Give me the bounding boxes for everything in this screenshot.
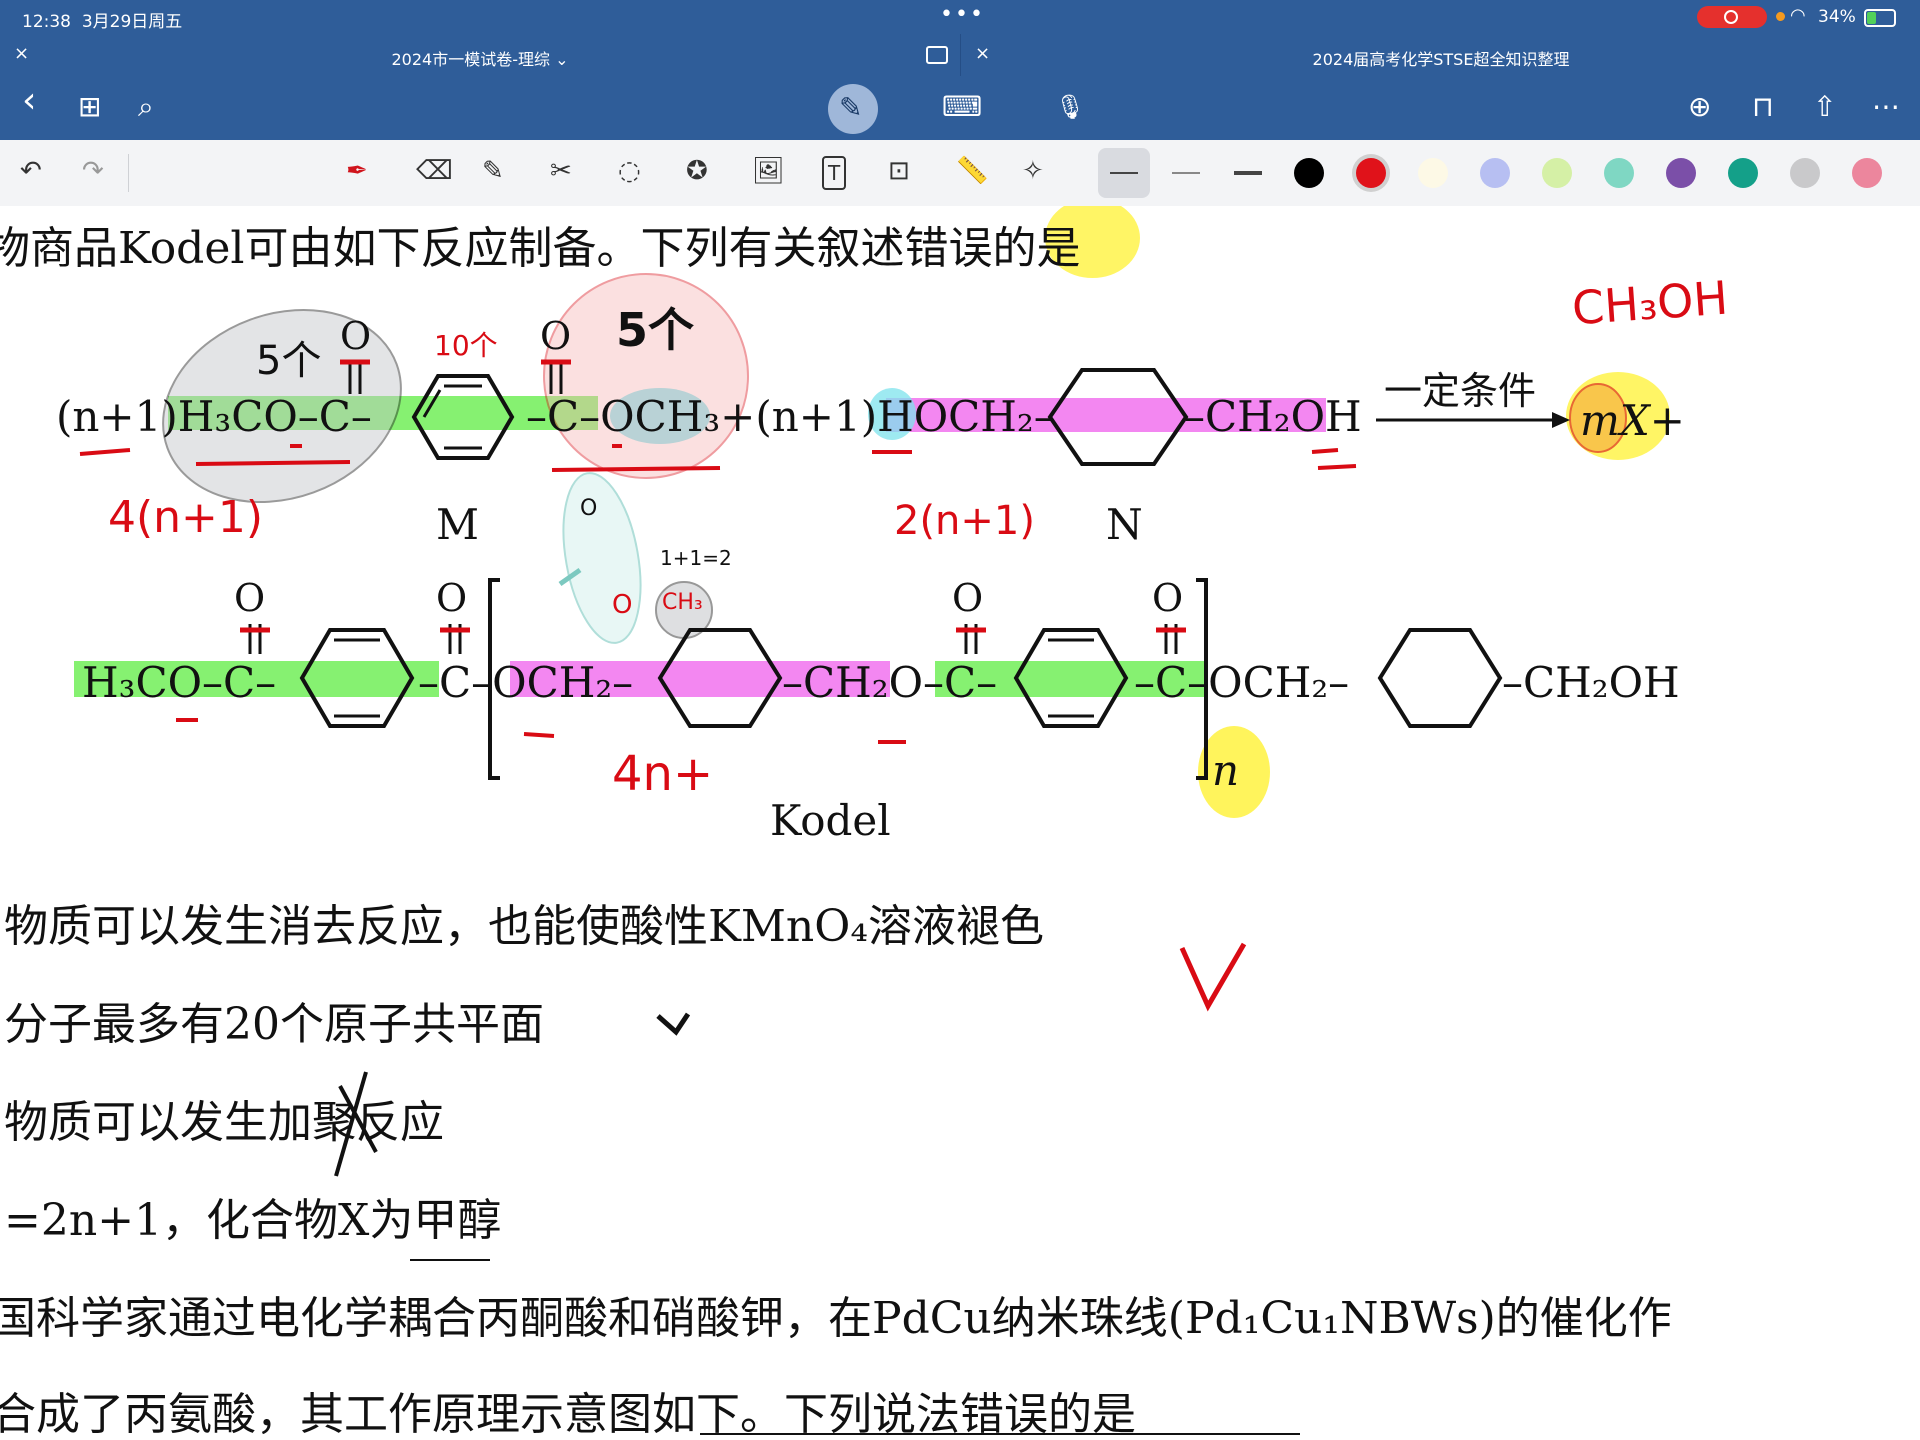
label-n: N — [1106, 500, 1143, 549]
wifi-icon: ◠ — [1790, 5, 1806, 26]
oxygen-label: O — [540, 314, 572, 358]
lasso-icon[interactable]: ◌ — [618, 156, 641, 186]
split-view-icon[interactable] — [926, 46, 948, 64]
shape-tool-icon[interactable]: ✂ — [550, 156, 572, 186]
tab-title[interactable]: 2024届高考化学STSE超全知识整理 — [961, 46, 1920, 70]
polymer-end-left: H₃CO–C– — [82, 658, 277, 707]
stroke-thin-icon — [1110, 172, 1138, 174]
document-page[interactable]: 物商品Kodel可由如下反应制备。下列有关叙述错误的是 (n+1)H₃CO–C–… — [0, 206, 1920, 1440]
share-icon[interactable]: ⇧ — [1813, 90, 1836, 124]
highlighter-icon[interactable]: ✎ — [482, 156, 504, 186]
pen-mode-button[interactable]: ✎ — [828, 84, 878, 134]
tab-doc-1[interactable]: × 2024市一模试卷-理综 ⌄ — [0, 34, 960, 76]
polymer-end-right: –CH₂OH — [1502, 658, 1680, 707]
color-swatch[interactable] — [1418, 158, 1448, 188]
keyboard-icon[interactable]: ⌨ — [942, 90, 982, 124]
option-a: 物质可以发生消去反应，也能使酸性KMnO₄溶液褪色 — [4, 901, 1044, 952]
screen-record-icon[interactable] — [1697, 6, 1767, 28]
bookmark-icon[interactable]: ⊓ — [1752, 90, 1774, 124]
color-swatch[interactable] — [1728, 158, 1758, 188]
color-swatch[interactable] — [1790, 158, 1820, 188]
laser-pointer-icon[interactable]: ✧ — [1022, 156, 1044, 186]
thumbnails-grid-icon[interactable]: ⊞ — [78, 90, 101, 124]
tab-doc-2[interactable]: × 2024届高考化学STSE超全知识整理 — [960, 34, 1920, 76]
add-page-icon[interactable]: ⊕ — [1688, 90, 1711, 124]
oxygen-label: O — [436, 576, 468, 620]
handwriting-o: O — [612, 590, 633, 620]
handwriting-o: O — [580, 496, 598, 521]
multitasking-dots-icon[interactable]: ••• — [940, 2, 985, 27]
color-swatch[interactable] — [1852, 158, 1882, 188]
mic-indicator-icon — [1776, 12, 1785, 21]
color-swatch[interactable] — [1356, 158, 1386, 188]
handwriting-count: 5个 — [616, 303, 695, 357]
redo-icon[interactable]: ↷ — [82, 156, 104, 186]
more-icon[interactable]: ⋯ — [1872, 90, 1900, 124]
next-question-line: 国科学家通过电化学耦合丙酮酸和硝酸钾，在PdCu纳米珠线(Pd₁Cu₁NBWs)… — [0, 1293, 1672, 1344]
color-swatch[interactable] — [1480, 158, 1510, 188]
divider — [128, 154, 129, 192]
handwriting-sum: 1+1=2 — [660, 546, 732, 570]
color-swatch[interactable] — [1604, 158, 1634, 188]
handwriting-count: 5个 — [256, 338, 322, 384]
product-mx: mX+ — [1580, 396, 1685, 445]
handwriting-ch3: CH₃ — [662, 590, 703, 615]
battery-icon — [1864, 9, 1896, 27]
camera-scan-icon[interactable]: ⊡ — [888, 156, 910, 186]
image-icon[interactable]: 🖼 — [752, 156, 785, 186]
undo-icon[interactable]: ↶ — [20, 156, 42, 186]
option-c: 物质可以发生加聚反应 — [4, 1097, 444, 1148]
reactant-m-n-mid: –C–OCH₃+(n+1)HOCH₂– — [526, 392, 1055, 441]
polymer-name: Kodel — [770, 796, 891, 845]
sticker-icon[interactable]: ✪ — [686, 156, 708, 186]
tab-title[interactable]: 2024市一模试卷-理综 ⌄ — [0, 46, 960, 70]
stroke-medium-button[interactable] — [1172, 172, 1200, 174]
color-swatch[interactable] — [1294, 158, 1324, 188]
status-bar: 12:38 3月29日周五 ••• ◠ 34% — [0, 0, 1920, 34]
oxygen-label: O — [1152, 576, 1184, 620]
next-question-line: 合成了丙氨酸，其工作原理示意图如下。下列说法错误的是 — [0, 1389, 1136, 1440]
stroke-thick-button[interactable] — [1234, 171, 1262, 175]
option-d: =2n+1，化合物X为甲醇 — [4, 1195, 502, 1246]
pen-tool-icon[interactable]: ✒ — [346, 156, 368, 186]
reactant-n-right: –CH₂OH — [1184, 392, 1362, 441]
microphone-icon[interactable]: 🎙 — [1055, 90, 1085, 124]
eraser-icon[interactable]: ⌫ — [416, 156, 453, 186]
battery-percent: 34% — [1818, 7, 1856, 27]
oxygen-label: O — [234, 576, 266, 620]
text-box-icon[interactable]: T — [822, 156, 847, 190]
oxygen-label: O — [340, 314, 372, 358]
annotation-toolbar: ↶ ↷ ✒ ⌫ ✎ ✂ ◌ ✪ 🖼 T ⊡ 📏 ✧ — [0, 140, 1920, 207]
color-swatch[interactable] — [1542, 158, 1572, 188]
polymer-segment: –CH₂O–C– — [782, 658, 998, 707]
handwriting-4n1: 4(n+1) — [108, 492, 264, 543]
back-icon[interactable]: ‹ — [22, 83, 36, 119]
reaction-condition: 一定条件 — [1384, 369, 1537, 413]
pen-icon: ✎ — [839, 91, 863, 124]
tab-strip: × 2024市一模试卷-理综 ⌄ × 2024届高考化学STSE超全知识整理 — [0, 34, 1920, 76]
reactant-m-left: (n+1)H₃CO–C– — [56, 392, 372, 441]
handwriting-4n: 4n+ — [612, 746, 714, 802]
ruler-icon[interactable]: 📏 — [956, 156, 988, 186]
handwriting-ch3oh: CH₃OH — [1570, 270, 1730, 336]
polymer-segment: –C–OCH₂– — [418, 658, 634, 707]
color-swatch[interactable] — [1666, 158, 1696, 188]
status-time: 12:38 3月29日周五 — [22, 12, 183, 32]
polymer-segment: –C–OCH₂– — [1134, 658, 1350, 707]
label-m: M — [436, 500, 480, 549]
oxygen-label: O — [952, 576, 984, 620]
main-toolbar: ‹ ⊞ ⌕ ✎ ⌨ 🎙 ⊕ ⊓ ⇧ ⋯ — [0, 76, 1920, 140]
handwriting-count: 10个 — [434, 329, 498, 362]
option-b: 分子最多有20个原子共平面 — [4, 999, 544, 1050]
repeat-unit-n: n — [1212, 746, 1240, 795]
search-icon[interactable]: ⌕ — [138, 90, 154, 124]
handwriting-2n1: 2(n+1) — [894, 498, 1035, 544]
